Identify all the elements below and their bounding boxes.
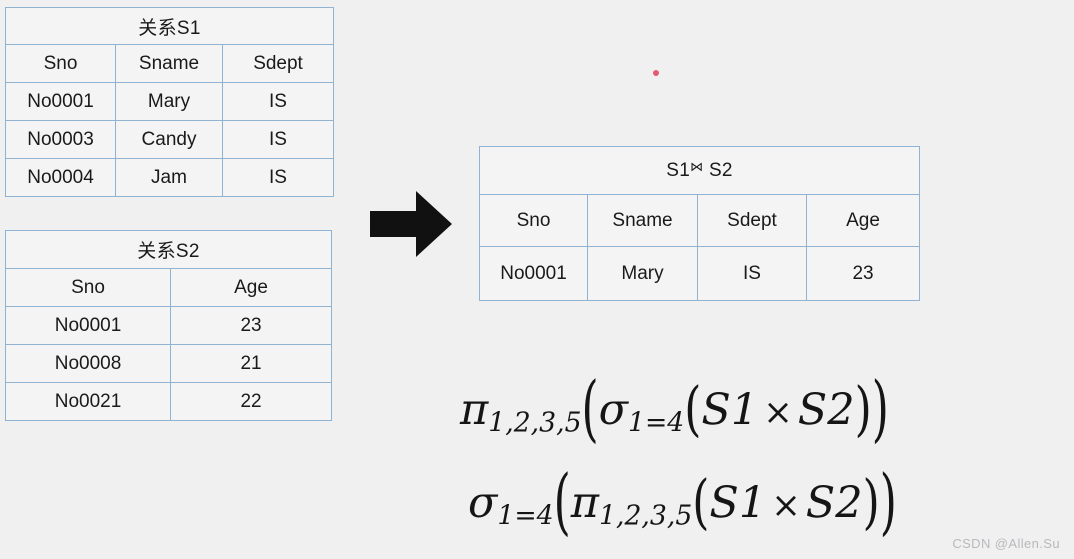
cell-sno: No0008 — [5, 344, 171, 383]
projection-subscript: 1,2,3,5 — [488, 407, 582, 439]
natural-join-icon: ⋈ — [690, 159, 704, 174]
table-title-row: S1⋈ S2 — [478, 146, 921, 195]
table-row: No0003 Candy IS — [5, 120, 335, 159]
cell-sname: Mary — [587, 246, 698, 301]
open-paren-outer: ( — [581, 367, 599, 452]
cell-sdept: IS — [697, 246, 807, 301]
table-title-row: 关系S1 — [4, 7, 335, 45]
table-result-title: S1⋈ S2 — [478, 146, 921, 195]
open-paren-inner: ( — [692, 467, 710, 537]
left-relation: S1 — [701, 385, 759, 435]
cell-sname: Candy — [115, 120, 223, 159]
cell-sno: No0001 — [5, 306, 171, 345]
cartesian-product-icon: × — [771, 485, 801, 526]
table-title-row: 关系S2 — [4, 230, 333, 269]
table-row: No0004 Jam IS — [5, 158, 335, 197]
selection-subscript: 1=4 — [497, 500, 554, 532]
projection-operator: π — [460, 385, 489, 435]
cell-sdept: IS — [221, 120, 335, 159]
result-title-right: S2 — [703, 160, 733, 181]
table-row: No0001 Mary IS 23 — [479, 246, 921, 301]
open-paren-inner: ( — [684, 374, 702, 444]
column-header-sno: Sno — [5, 268, 171, 307]
table-row: No0001 Mary IS — [5, 82, 335, 121]
cell-sno: No0001 — [479, 246, 588, 301]
right-arrow-icon — [368, 189, 454, 259]
cell-age: 22 — [169, 382, 333, 421]
column-header-age: Age — [169, 268, 333, 307]
selection-operator: σ — [598, 385, 629, 435]
right-relation: S2 — [797, 385, 855, 435]
cell-sname: Mary — [115, 82, 223, 121]
open-paren-outer: ( — [553, 460, 571, 545]
close-paren-outer: ) — [879, 460, 897, 545]
cell-sno: No0003 — [5, 120, 116, 159]
cell-sdept: IS — [221, 82, 335, 121]
close-paren-inner: ) — [854, 374, 872, 444]
selection-operator: σ — [468, 478, 498, 528]
column-header-sdept: Sdept — [221, 44, 335, 83]
cell-sno: No0001 — [5, 82, 116, 121]
projection-subscript: 1,2,3,5 — [599, 500, 693, 532]
close-paren-inner: ) — [862, 467, 880, 537]
result-title-left: S1 — [666, 160, 691, 181]
cursor-dot-icon — [653, 70, 659, 76]
column-header-sdept: Sdept — [697, 194, 807, 247]
cell-sname: Jam — [115, 158, 223, 197]
column-header-sname: Sname — [115, 44, 223, 83]
cell-sno: No0004 — [5, 158, 116, 197]
cell-age: 21 — [169, 344, 333, 383]
table-header-row: Sno Sname Sdept Age — [479, 194, 921, 247]
table-row: No0021 22 — [5, 382, 333, 421]
column-header-age: Age — [805, 194, 921, 247]
slide-canvas: 关系S1 Sno Sname Sdept No0001 Mary IS No00… — [0, 0, 1074, 559]
cartesian-product-icon: × — [763, 392, 793, 433]
table-header-row: Sno Age — [5, 268, 333, 307]
relation-table-result: S1⋈ S2 Sno Sname Sdept Age No0001 Mary I… — [478, 146, 921, 301]
column-header-sno: Sno — [5, 44, 116, 83]
left-relation: S1 — [709, 478, 767, 528]
column-header-sname: Sname — [587, 194, 698, 247]
table-s2-title: 关系S2 — [4, 230, 333, 269]
relational-algebra-expression-1: π1,2,3,5(σ1=4(S1 × S2)) — [460, 373, 889, 445]
right-relation: S2 — [805, 478, 863, 528]
table-header-row: Sno Sname Sdept — [5, 44, 335, 83]
selection-subscript: 1=4 — [628, 407, 685, 439]
relation-table-s2: 关系S2 Sno Age No0001 23 No0008 21 No0021 … — [4, 230, 333, 421]
close-paren-outer: ) — [871, 367, 889, 452]
table-row: No0001 23 — [5, 306, 333, 345]
cell-age: 23 — [169, 306, 333, 345]
table-row: No0008 21 — [5, 344, 333, 383]
column-header-sno: Sno — [479, 194, 588, 247]
cell-sdept: IS — [221, 158, 335, 197]
cell-age: 23 — [805, 246, 921, 301]
watermark-label: CSDN @Allen.Su — [952, 536, 1060, 551]
relational-algebra-expression-2: σ1=4(π1,2,3,5(S1 × S2)) — [468, 466, 897, 538]
table-s1-title: 关系S1 — [4, 7, 335, 45]
cell-sno: No0021 — [5, 382, 171, 421]
relation-table-s1: 关系S1 Sno Sname Sdept No0001 Mary IS No00… — [4, 7, 335, 197]
projection-operator: π — [570, 478, 600, 528]
